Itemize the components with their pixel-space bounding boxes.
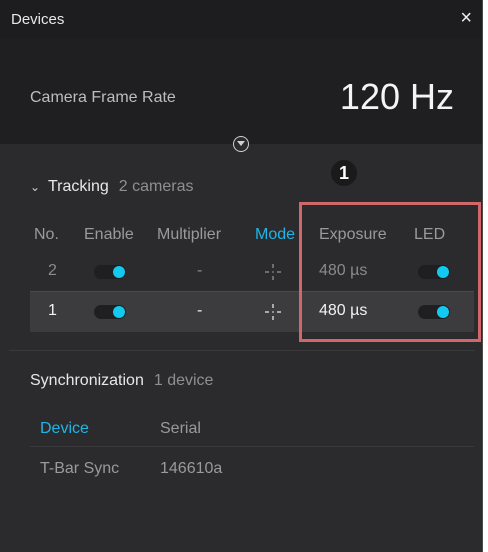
sync-device-serial[interactable]: 146610a	[160, 460, 222, 478]
enable-toggle[interactable]	[94, 265, 126, 279]
enable-toggle[interactable]	[94, 305, 126, 319]
crosshair-mode-icon[interactable]	[264, 303, 282, 321]
title-bar: Devices ×	[0, 0, 482, 38]
column-header-multiplier[interactable]: Multiplier	[157, 226, 221, 244]
tracking-title: Tracking	[48, 178, 109, 195]
chevron-down-circle-icon[interactable]	[233, 136, 249, 152]
callout-number-badge: 1	[331, 160, 357, 186]
multiplier-value[interactable]: -	[197, 262, 202, 280]
window-title: Devices	[11, 11, 65, 28]
camera-number: 2	[48, 262, 57, 279]
column-header-enable[interactable]: Enable	[84, 226, 134, 244]
toggle-knob	[113, 306, 125, 318]
tracking-section-header[interactable]: ⌄ Tracking 2 cameras	[30, 178, 193, 196]
tracking-camera-count: 2 cameras	[118, 178, 194, 195]
chevron-down-icon: ⌄	[30, 180, 41, 194]
camera-frame-rate-section: Camera Frame Rate 120 Hz	[0, 38, 482, 144]
sync-header-divider	[30, 446, 474, 447]
multiplier-value[interactable]: -	[197, 302, 202, 320]
column-header-device[interactable]: Device	[40, 420, 89, 438]
sync-device-name[interactable]: T-Bar Sync	[40, 460, 119, 478]
column-header-no[interactable]: No.	[34, 226, 59, 244]
camera-number: 1	[48, 302, 57, 319]
frame-rate-value[interactable]: 120 Hz	[340, 76, 454, 118]
toggle-knob	[113, 266, 125, 278]
close-icon[interactable]: ×	[460, 7, 472, 29]
frame-rate-label: Camera Frame Rate	[30, 89, 176, 106]
column-header-serial[interactable]: Serial	[160, 420, 201, 438]
synchronization-title: Synchronization	[30, 372, 144, 389]
synchronization-section-header: Synchronization 1 device	[30, 372, 213, 390]
column-header-mode[interactable]: Mode	[255, 226, 295, 244]
synchronization-device-count: 1 device	[153, 372, 214, 389]
section-divider	[9, 350, 475, 351]
exposure-led-callout-box	[299, 202, 481, 342]
crosshair-mode-icon[interactable]	[264, 263, 282, 281]
